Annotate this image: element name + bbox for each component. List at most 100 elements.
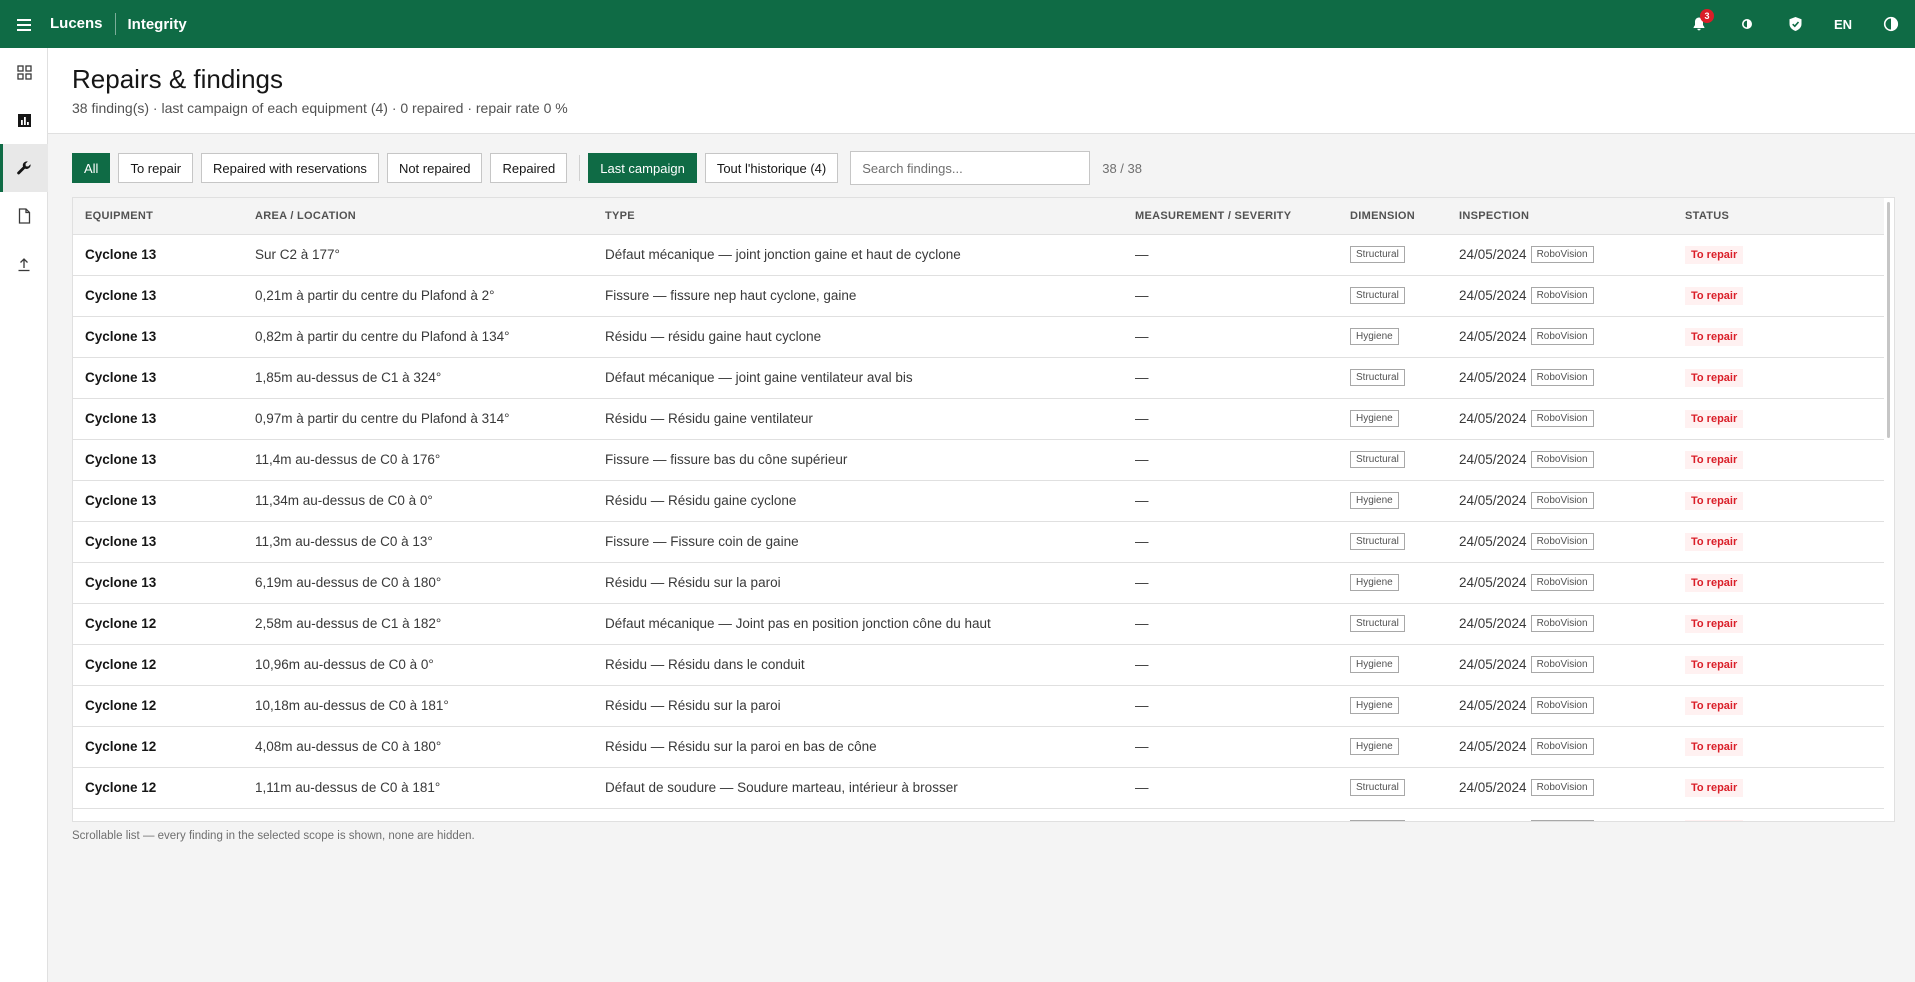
cell-status: To repair [1673,521,1886,563]
notifications-button[interactable]: 3 [1675,0,1723,48]
cell-measurement: — [1123,644,1338,686]
cell-area: 0,82m à partir du centre du Plafond à 13… [243,316,593,358]
contrast-button[interactable] [1867,0,1915,48]
rail-item-upload[interactable] [0,240,48,288]
theme-toggle-button[interactable] [1723,0,1771,48]
table-row[interactable]: Cyclone 13 1,85m au-dessus de C1 à 324° Dé… [73,357,1886,399]
source-tag: RoboVision [1530,369,1594,386]
table-row[interactable]: Cyclone 12 4,08m au-dessus de C0 à 180° Ré… [73,726,1886,768]
rail-item-reports[interactable] [0,96,48,144]
cell-dimension: Structural [1338,521,1447,563]
cell-equipment: Cyclone 13 [73,275,243,317]
status-badge: To repair [1685,737,1744,756]
brand-name[interactable]: Lucens [48,13,116,35]
security-button[interactable] [1771,0,1819,48]
table-row[interactable]: Cyclone 120,52m au-dessus de C0 à 183°Dé… [73,808,1886,821]
source-tag: RoboVision [1530,287,1594,304]
filter-to-repair-button[interactable]: To repair [118,153,194,183]
table-row[interactable]: Cyclone 13 0,21m à partir du centre du Pl… [73,275,1886,317]
filter-toolbar: All To repair Repaired with reservations… [72,151,1142,185]
scrollbar-thumb[interactable] [1887,202,1890,438]
rail-item-documents[interactable] [0,192,48,240]
filter-repaired-button[interactable]: Repaired [490,153,568,183]
cell-inspection: 24/05/2024RoboVision [1447,357,1673,399]
column-header-status[interactable]: STATUS [1673,198,1886,235]
source-tag: RoboVision [1530,410,1594,427]
table-row[interactable]: Cyclone 12 1,11m au-dessus de C0 à 181° Dé… [73,767,1886,809]
inspection-date: 24/05/2024 [1459,247,1527,262]
inspection-date: 24/05/2024 [1459,739,1527,754]
table-row[interactable]: Cyclone 13 0,97m à partir du centre du Pl… [73,398,1886,440]
cell-status: To repair [1673,398,1886,440]
column-header-equipment[interactable]: EQUIPMENT [73,198,243,235]
scope-full-history-button[interactable]: Tout l'historique (4) [704,153,839,183]
cell-equipment: Cyclone 13 [73,234,243,276]
cell-area: 11,3m au-dessus de C0 à 13° [243,521,593,563]
dimension-tag: Hygiene [1350,738,1399,755]
table-row[interactable]: Cyclone 13 Sur C2 à 177° Défaut mécanique … [73,234,1886,276]
table-row[interactable]: Cyclone 13 11,34m au-dessus de C0 à 0° Rés… [73,480,1886,522]
source-tag: RoboVision [1530,328,1594,345]
cell-equipment: Cyclone 13 [73,439,243,481]
status-badge: To repair [1685,778,1744,797]
table-row[interactable]: Cyclone 12 10,96m au-dessus de C0 à 0° Rés… [73,644,1886,686]
table-row[interactable]: Cyclone 12 10,18m au-dessus de C0 à 181° R… [73,685,1886,727]
cell-inspection: 24/05/2024RoboVision [1447,521,1673,563]
rail-item-dashboard[interactable] [0,48,48,96]
column-header-type[interactable]: TYPE [593,198,1123,235]
cell-measurement: — [1123,480,1338,522]
cell-inspection: 24/05/2024RoboVision [1447,644,1673,686]
cell-type: Fissure — fissure bas du cône supérieur [593,439,1123,481]
cell-equipment: Cyclone 12 [73,726,243,768]
dimension-tag: Structural [1350,246,1405,263]
cell-status: To repair [1673,726,1886,768]
cell-equipment: Cyclone 13 [73,316,243,358]
column-header-inspection[interactable]: INSPECTION [1447,198,1673,235]
table-row[interactable]: Cyclone 13 6,19m au-dessus de C0 à 180° Ré… [73,562,1886,604]
cell-measurement: — [1123,767,1338,809]
dimension-tag: Hygiene [1350,328,1399,345]
filter-not-repaired-button[interactable]: Not repaired [386,153,483,183]
cell-equipment: Cyclone 13 [73,480,243,522]
cell-area: 4,08m au-dessus de C0 à 180° [243,726,593,768]
table-row[interactable]: Cyclone 13 11,4m au-dessus de C0 à 176° Fi… [73,439,1886,481]
findings-table-container[interactable]: EQUIPMENT AREA / LOCATION TYPE MEASUREME… [72,197,1895,822]
cell-area: 11,4m au-dessus de C0 à 176° [243,439,593,481]
dimension-tag: Hygiene [1350,656,1399,673]
rail-item-repairs[interactable] [0,144,48,192]
cell-dimension: Structural [1338,275,1447,317]
cell-measurement: — [1123,603,1338,645]
cell-type: Résidu — résidu gaine haut cyclone [593,316,1123,358]
menu-icon[interactable] [0,0,48,48]
cell-measurement: — [1123,316,1338,358]
language-button[interactable]: EN [1819,0,1867,48]
cell-status: To repair [1673,234,1886,276]
table-row[interactable]: Cyclone 13 11,3m au-dessus de C0 à 13° Fis… [73,521,1886,563]
cell-area: 2,58m au-dessus de C1 à 182° [243,603,593,645]
dimension-tag: Structural [1350,779,1405,796]
cell-inspection: 24/05/2024RoboVision [1447,398,1673,440]
column-header-measurement[interactable]: MEASUREMENT / SEVERITY [1123,198,1338,235]
status-badge: To repair [1685,532,1744,551]
table-scrollbar[interactable] [1884,198,1894,821]
cell-dimension: Structural [1338,357,1447,399]
source-tag: RoboVision [1530,779,1594,796]
source-tag: RoboVision [1530,738,1594,755]
cell-measurement: — [1123,357,1338,399]
cell-inspection: 24/05/2024RoboVision [1447,480,1673,522]
document-icon [18,208,30,224]
column-header-area[interactable]: AREA / LOCATION [243,198,593,235]
table-row[interactable]: Cyclone 12 2,58m au-dessus de C1 à 182° Dé… [73,603,1886,645]
cell-status: To repair [1673,603,1886,645]
filter-repaired-with-reservations-button[interactable]: Repaired with reservations [201,153,379,183]
status-badge: To repair [1685,573,1744,592]
search-input[interactable] [850,151,1091,185]
column-header-dimension[interactable]: DIMENSION [1338,198,1447,235]
table-row[interactable]: Cyclone 13 0,82m à partir du centre du Pl… [73,316,1886,358]
filter-all-button[interactable]: All [72,153,111,183]
cell-equipment: Cyclone 12 [73,685,243,727]
source-tag: RoboVision [1530,615,1594,632]
dimension-tag: Hygiene [1350,697,1399,714]
side-rail [0,48,48,982]
scope-last-campaign-button[interactable]: Last campaign [588,153,697,183]
